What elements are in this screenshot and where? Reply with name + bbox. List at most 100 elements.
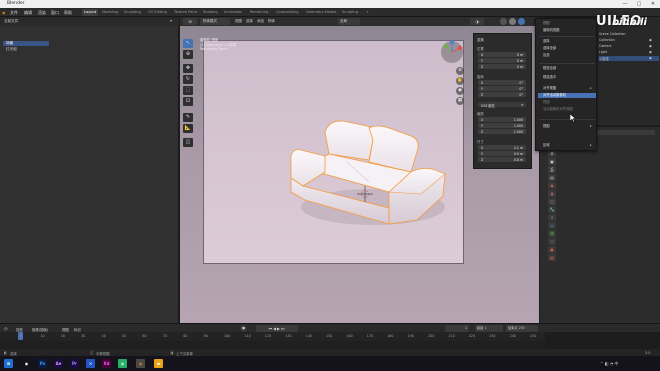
- scale-y-field[interactable]: Y 1.000: [478, 123, 526, 128]
- timeline-body[interactable]: [0, 341, 545, 349]
- tab-geometry-nodes[interactable]: Geometry Nodes: [304, 9, 338, 16]
- add-cube-tool-icon[interactable]: ◫: [183, 138, 193, 147]
- annotate-tool-icon[interactable]: ✎: [183, 113, 193, 122]
- ctx-item-camera-view[interactable]: 摄像机视图: [538, 28, 596, 33]
- start-frame-field[interactable]: 起始 1: [475, 325, 503, 332]
- maximize-button[interactable]: ▢: [632, 0, 646, 8]
- ctx-item-area[interactable]: 区域: [538, 143, 596, 148]
- material-properties-icon[interactable]: ●: [548, 246, 556, 253]
- tab-animation[interactable]: Animation: [222, 9, 244, 16]
- ctx-item-align-view[interactable]: 对齐视图: [538, 86, 596, 91]
- grid-toggle-icon[interactable]: ▦: [456, 97, 464, 105]
- menu-file[interactable]: 文件: [10, 10, 18, 16]
- world-properties-icon[interactable]: ◍: [548, 190, 556, 197]
- current-frame-field[interactable]: 1: [445, 325, 469, 332]
- chrome-icon[interactable]: ◉: [22, 359, 31, 368]
- tool-properties-icon[interactable]: ⚙: [548, 150, 556, 157]
- ctx-item-camera-to-view[interactable]: 活动摄像机对齐视图: [538, 107, 596, 112]
- shading-rendered-icon[interactable]: [518, 18, 525, 25]
- ctx-item-invert[interactable]: 反选: [538, 53, 596, 58]
- texture-properties-icon[interactable]: ▦: [548, 254, 556, 261]
- sofa-model[interactable]: [285, 112, 450, 230]
- viewport-menu-select[interactable]: 选择: [246, 19, 253, 24]
- timeline-menu-marker[interactable]: 标记: [74, 327, 81, 332]
- dimension-x-field[interactable]: X 2.1 m: [478, 145, 526, 150]
- tab-layout[interactable]: Layout: [82, 9, 99, 16]
- move-tool-icon[interactable]: ✥: [183, 64, 193, 73]
- particles-icon[interactable]: ✦: [548, 214, 556, 221]
- tab-texture-paint[interactable]: Texture Paint: [172, 9, 199, 16]
- rotation-y-field[interactable]: Y 0°: [478, 86, 526, 91]
- tab-modeling[interactable]: Modeling: [100, 9, 120, 16]
- viewport-menu-view[interactable]: 视图: [235, 19, 242, 24]
- ctx-item-select-all[interactable]: 选择全部: [538, 46, 596, 51]
- zoom-icon[interactable]: ⊕: [456, 67, 464, 75]
- ctx-item-view-submenu[interactable]: 视图: [538, 124, 596, 129]
- tab-shading[interactable]: Shading: [201, 9, 220, 16]
- physics-icon[interactable]: ◎: [548, 222, 556, 229]
- timeline-menu-view[interactable]: 视图: [62, 327, 69, 332]
- cursor-tool-icon[interactable]: ⊕: [183, 50, 193, 59]
- location-y-field[interactable]: Y0 m: [478, 58, 526, 63]
- premiere-icon[interactable]: Pr: [70, 359, 79, 368]
- transform-tool-icon[interactable]: ⊡: [183, 97, 193, 106]
- modifier-icon[interactable]: 🔧: [548, 206, 556, 213]
- dimension-z-field[interactable]: Z 0.8 m: [478, 157, 526, 162]
- outliner-row-light[interactable]: Light ◉: [599, 50, 659, 55]
- outliner-row-camera[interactable]: Camera ◉: [599, 44, 659, 49]
- tab-sculpting[interactable]: Sculpting: [122, 9, 143, 16]
- camera-view-icon[interactable]: ◉: [456, 87, 464, 95]
- view-layer-icon[interactable]: ▤: [548, 174, 556, 181]
- render-properties-icon[interactable]: ▣: [548, 158, 556, 165]
- timeline-editor-icon[interactable]: ◷: [4, 326, 8, 331]
- ctx-item-view-dim[interactable]: 视图: [538, 100, 596, 105]
- blender-logo-icon[interactable]: ◉: [2, 10, 6, 15]
- rotation-z-field[interactable]: Z 0°: [478, 92, 526, 97]
- timeline-menu-playback[interactable]: 回放: [16, 327, 23, 332]
- transform-orientation-select[interactable]: 全局: [338, 18, 360, 25]
- object-properties-icon[interactable]: ▢: [548, 198, 556, 205]
- viewport-menu-add[interactable]: 添加: [257, 19, 264, 24]
- collapse-icon[interactable]: ▾: [170, 18, 172, 23]
- ctx-item-frame-all[interactable]: 框选全部: [538, 66, 596, 71]
- outliner-row-collection[interactable]: Collection ◉: [599, 38, 659, 43]
- location-x-field[interactable]: X0 m: [478, 52, 526, 57]
- rotate-tool-icon[interactable]: ↻: [183, 75, 193, 84]
- folder-icon[interactable]: ▬: [154, 359, 163, 368]
- xd-icon[interactable]: Xd: [102, 359, 111, 368]
- add-workspace-button[interactable]: +: [364, 9, 371, 16]
- tab-rendering[interactable]: Rendering: [248, 9, 270, 16]
- menu-window[interactable]: 窗口: [51, 10, 59, 16]
- mode-select[interactable]: 物体模式: [200, 18, 230, 25]
- tree-item-scene[interactable]: 场景: [3, 41, 49, 46]
- outliner-row-sofa[interactable]: 沙发组 ◉: [599, 56, 659, 61]
- constraints-icon[interactable]: ⛓: [548, 230, 556, 237]
- transform-panel-title[interactable]: 变换: [477, 37, 484, 42]
- tab-uv-editing[interactable]: UV Editing: [146, 9, 169, 16]
- close-button[interactable]: ✕: [646, 0, 660, 8]
- navigation-gizmo[interactable]: [440, 40, 464, 64]
- playback-controls-icon[interactable]: ⏮◀▶⏭: [256, 325, 298, 332]
- photoshop-icon[interactable]: Ps: [38, 359, 47, 368]
- ctx-item-align-active-camera[interactable]: 对齐活动摄像机: [538, 93, 596, 98]
- tree-item-light-groups[interactable]: 灯光组: [3, 47, 49, 52]
- pan-hand-icon[interactable]: ✋: [456, 77, 464, 85]
- rotation-mode-select[interactable]: XYZ 欧拉 ▾: [478, 102, 526, 108]
- minimize-button[interactable]: —: [618, 0, 632, 8]
- output-properties-icon[interactable]: ⎙: [548, 166, 556, 173]
- measure-tool-icon[interactable]: 📐: [183, 124, 193, 133]
- end-frame-field[interactable]: 结束点 250: [506, 325, 538, 332]
- vscode-icon[interactable]: ✕: [86, 359, 95, 368]
- timeline-menu-keying[interactable]: 抠像(插帧): [32, 327, 48, 332]
- windows-start-icon[interactable]: ⊞: [4, 359, 13, 368]
- dimension-y-field[interactable]: Y 0.9 m: [478, 151, 526, 156]
- record-icon[interactable]: ●: [240, 325, 247, 332]
- viewport-menu-object[interactable]: 物体: [268, 19, 275, 24]
- tab-compositing[interactable]: Compositing: [274, 9, 301, 16]
- shading-material-icon[interactable]: [509, 18, 516, 25]
- ctx-item-frame-selected[interactable]: 框选选中: [538, 75, 596, 80]
- scene-properties-icon[interactable]: ◆: [548, 182, 556, 189]
- outliner-row-scene-collection[interactable]: Scene Collection: [599, 32, 659, 37]
- scale-x-field[interactable]: X 1.000: [478, 117, 526, 122]
- menu-help[interactable]: 帮助: [64, 10, 72, 16]
